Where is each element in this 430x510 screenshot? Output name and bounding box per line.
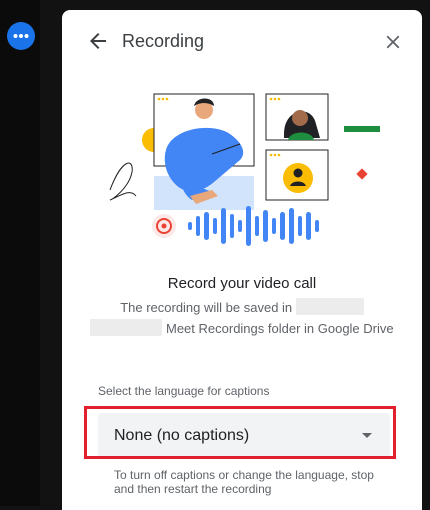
- redacted-name: [90, 319, 163, 336]
- highlight-box: [84, 406, 396, 459]
- scribble-decoration: [109, 162, 137, 201]
- close-icon[interactable]: [382, 31, 404, 53]
- panel-header: Recording: [62, 10, 422, 74]
- description-text-2: Meet Recordings folder in Google Drive: [166, 321, 394, 336]
- audio-waveform: [188, 206, 319, 246]
- language-select-label: Select the language for captions: [98, 384, 270, 398]
- more-horizontal-icon: [13, 34, 29, 38]
- page-title: Recording: [122, 31, 205, 51]
- green-bar-decoration: [344, 126, 380, 132]
- recording-heading: Record your video call: [167, 275, 317, 292]
- left-strip: [0, 0, 40, 506]
- arrow-back-icon[interactable]: [86, 29, 110, 53]
- description-text-1: The recording will be saved in: [120, 300, 293, 315]
- more-options-button[interactable]: [7, 22, 35, 50]
- red-diamond-decoration: [356, 168, 368, 180]
- redacted-email: [295, 298, 364, 315]
- caption-helper-text: To turn off captions or change the langu…: [114, 468, 374, 496]
- recording-illustration: [109, 93, 380, 246]
- recording-description: The recording will be saved in Meet Reco…: [90, 297, 394, 339]
